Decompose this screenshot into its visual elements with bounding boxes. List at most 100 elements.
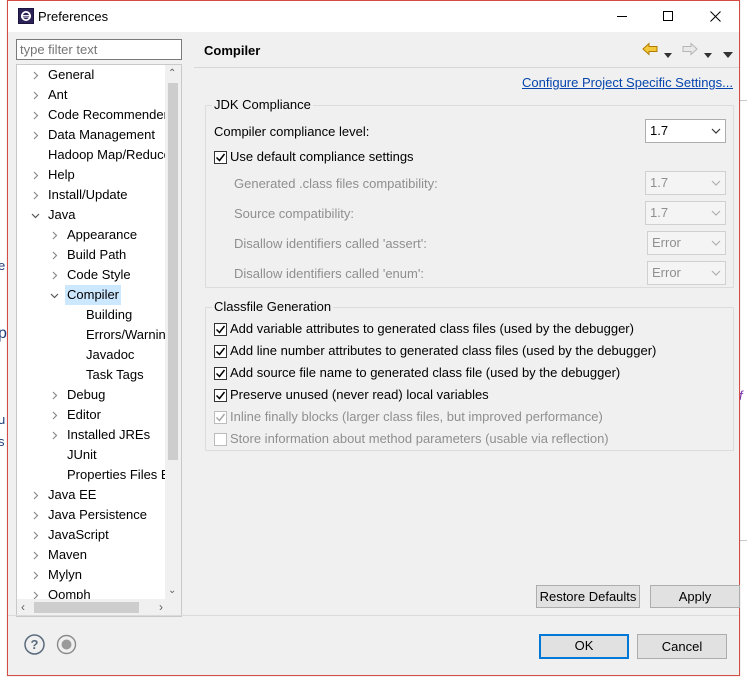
chevron-right-icon[interactable] [29, 545, 41, 565]
chevron-right-icon[interactable] [48, 385, 60, 405]
tree-item[interactable]: Help [17, 165, 173, 185]
chevron-right-icon[interactable] [48, 265, 60, 285]
classfile-option-checkbox[interactable] [214, 323, 227, 336]
help-icon[interactable]: ? [24, 634, 45, 655]
tree-item[interactable]: Mylyn [17, 565, 173, 585]
use-default-compliance-checkbox[interactable] [214, 151, 227, 164]
tree-item-label: Editor [67, 407, 101, 422]
generated-class-compat-select[interactable]: 1.7 [645, 171, 726, 195]
chevron-right-icon[interactable] [29, 185, 41, 205]
tree-item-label: Mylyn [48, 567, 82, 582]
background-divider [739, 540, 747, 541]
source-compat-select[interactable]: 1.7 [645, 201, 726, 225]
cancel-button[interactable]: Cancel [637, 634, 727, 659]
close-button[interactable] [692, 1, 738, 31]
scroll-up-icon[interactable]: ⌃ [168, 69, 176, 79]
tree-item-label: Code Style [67, 267, 131, 282]
maximize-button[interactable] [645, 1, 691, 31]
tree-item[interactable]: Errors/Warnings [17, 325, 179, 345]
tree-item[interactable]: Editor [17, 405, 173, 425]
classfile-generation-group: Classfile Generation Add variable attrib… [205, 299, 734, 451]
chevron-right-icon[interactable] [29, 85, 41, 105]
scroll-thumb[interactable] [168, 83, 178, 460]
filter-input[interactable] [16, 39, 182, 60]
chevron-right-icon[interactable] [29, 525, 41, 545]
tree-item[interactable]: Compiler [17, 285, 173, 305]
tree-item[interactable]: Building [17, 305, 173, 325]
classfile-option-checkbox[interactable] [214, 411, 227, 424]
scroll-left-icon[interactable]: ‹ [21, 601, 25, 613]
tree-item[interactable]: General [17, 65, 173, 85]
chevron-down-icon [711, 128, 721, 134]
chevron-right-icon[interactable] [48, 245, 60, 265]
chevron-right-icon[interactable] [29, 565, 41, 585]
tree-item[interactable]: Installed JREs [17, 425, 173, 445]
classfile-option-checkbox[interactable] [214, 345, 227, 358]
back-dropdown-icon[interactable] [664, 46, 672, 62]
tree-item-label: Appearance [67, 227, 138, 242]
view-menu-icon[interactable] [723, 46, 733, 62]
tree-item[interactable]: Debug [17, 385, 173, 405]
tree-item[interactable]: Appearance [17, 225, 173, 245]
restore-defaults-button[interactable]: Restore Defaults [536, 585, 640, 608]
tree-item[interactable]: Install/Update [17, 185, 173, 205]
ok-button[interactable]: OK [539, 634, 629, 659]
back-arrow-icon[interactable] [642, 42, 660, 58]
chevron-right-icon[interactable] [29, 65, 41, 85]
disallow-enum-label: Disallow identifiers called 'enum': [234, 266, 424, 281]
compliance-level-select[interactable]: 1.7 [645, 119, 726, 143]
chevron-right-icon[interactable] [29, 505, 41, 525]
minimize-button[interactable] [599, 1, 645, 31]
tree-item[interactable]: Javadoc [17, 345, 173, 365]
disallow-enum-select[interactable]: Error [647, 261, 726, 285]
tree-item-label: Install/Update [48, 187, 128, 202]
classfile-option-checkbox[interactable] [214, 367, 227, 380]
tree-item[interactable]: Ant [17, 85, 173, 105]
preference-tree[interactable]: General Ant Code Recommenders Data Manageme… [16, 64, 182, 617]
scroll-down-icon[interactable]: ⌄ [168, 586, 176, 596]
page-header: Compiler [194, 34, 739, 68]
chevron-right-icon[interactable] [48, 405, 60, 425]
disallow-assert-select[interactable]: Error [647, 231, 726, 255]
forward-dropdown-icon[interactable] [704, 46, 712, 62]
tree-vertical-scrollbar[interactable]: ⌃ ⌄ [165, 65, 181, 601]
tree-item[interactable]: Code Style [17, 265, 173, 285]
tree-item[interactable]: Hadoop Map/Reduce [17, 145, 173, 165]
tree-item-label: Building [86, 307, 133, 322]
tree-item[interactable]: Properties Files Editor [17, 465, 181, 485]
chevron-down-icon[interactable] [29, 205, 41, 225]
minimize-icon [617, 16, 627, 17]
tree-item[interactable]: Maven [17, 545, 173, 565]
record-icon[interactable] [56, 634, 77, 655]
tree-item-label: Build Path [67, 247, 127, 262]
tree-item[interactable]: Task Tags [17, 365, 173, 385]
tree-item[interactable]: Build Path [17, 245, 173, 265]
chevron-right-icon[interactable] [48, 425, 60, 445]
scroll-right-icon[interactable]: › [159, 601, 163, 613]
classfile-option-checkbox[interactable] [214, 389, 227, 402]
tree-item[interactable]: Data Management [17, 125, 173, 145]
tree-horizontal-scrollbar[interactable]: ‹ › [17, 599, 181, 616]
tree-item[interactable]: Java EE [17, 485, 173, 505]
tree-item[interactable]: JavaScript [17, 525, 173, 545]
tree-item-label: Installed JREs [67, 427, 151, 442]
chevron-right-icon[interactable] [48, 225, 60, 245]
chevron-down-icon[interactable] [48, 285, 60, 305]
configure-project-specific-link[interactable]: Configure Project Specific Settings... [522, 75, 733, 90]
background-fragment: u [0, 412, 6, 427]
chevron-right-icon[interactable] [29, 105, 41, 125]
check-icon [215, 369, 226, 378]
chevron-right-icon[interactable] [29, 165, 41, 185]
forward-arrow-icon[interactable] [682, 42, 700, 58]
tree-item[interactable]: Code Recommenders [17, 105, 174, 125]
chevron-down-icon [711, 180, 721, 186]
tree-item[interactable]: Java [17, 205, 173, 225]
chevron-right-icon[interactable] [29, 485, 41, 505]
apply-button[interactable]: Apply [650, 585, 740, 608]
tree-item[interactable]: JUnit [17, 445, 173, 465]
chevron-down-icon [711, 210, 721, 216]
tree-item[interactable]: Java Persistence [17, 505, 173, 525]
classfile-option-checkbox[interactable] [214, 433, 227, 446]
chevron-right-icon[interactable] [29, 125, 41, 145]
scroll-thumb[interactable] [34, 602, 139, 613]
